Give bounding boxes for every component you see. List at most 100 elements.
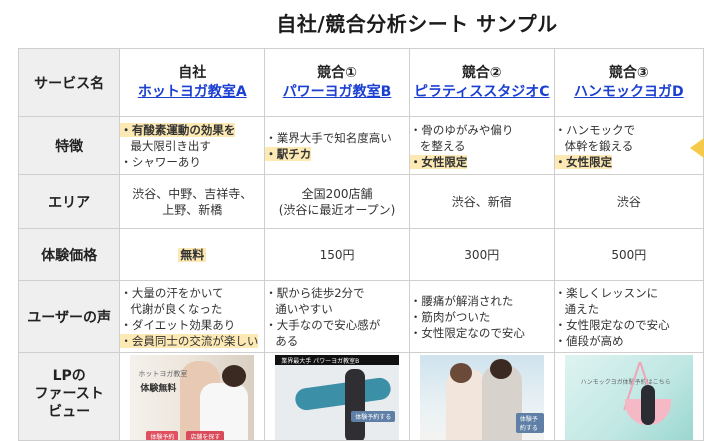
lp-headline: 体験無料 [140, 384, 177, 394]
column-header-c: 競合② ピラティススタジオC [408, 48, 555, 117]
area-text: 全国200店舗 [301, 186, 373, 201]
column-kind: 競合② [461, 64, 502, 81]
voice-text: ・値段が高め [554, 333, 624, 348]
voice-text: ・女性限定なので安心 [409, 325, 525, 340]
voice-text: ・楽しくレッスンに [554, 285, 659, 300]
voice-cell-d: ・楽しくレッスンに 通えた ・女性限定なので安心 ・値段が高め [553, 280, 704, 353]
area-cell-b: 全国200店舗 (渋谷に最近オープン) [264, 174, 410, 229]
row-label-area: エリア [17, 174, 121, 229]
area-text: 渋谷、新宿 [451, 194, 512, 209]
area-cell-a: 渋谷、中野、吉祥寺、 上野、新橋 [119, 174, 266, 229]
service-link-b[interactable]: パワーヨガ教室B [266, 83, 409, 102]
row-label-service: サービス名 [17, 48, 121, 117]
person-photo [640, 385, 655, 425]
voice-text: ある [275, 333, 299, 348]
column-header-d: 競合③ ハンモックヨガD [553, 48, 704, 117]
voice-text: ・ダイエット効果あり [120, 317, 236, 332]
lp-cta-button[interactable]: 体験予約する [351, 411, 396, 422]
feature-text: ・有酸素運動の効果を [120, 122, 236, 137]
voice-text: 代謝が良くなった [130, 301, 223, 316]
person-photo [345, 369, 366, 440]
lp-caption: ホットヨガ教室 [138, 370, 188, 378]
voice-text: ・大手なので安心感が [265, 317, 381, 332]
feature-cell-b: ・業界大手で知名度高い ・駅チカ [264, 116, 410, 175]
price-text: 無料 [178, 247, 207, 262]
lp-caption: ハンモックヨガ体験予約はこちら [580, 379, 671, 386]
area-cell-c: 渋谷、新宿 [408, 174, 555, 229]
service-link-a[interactable]: ホットヨガ教室A [121, 83, 264, 102]
price-cell-d: 500円 [553, 228, 704, 281]
page-title: 自社/競合分析シート サンプル [276, 12, 558, 36]
analysis-table: サービス名 自社 ホットヨガ教室A 競合① パワーヨガ教室B 競合② ピラティス… [17, 48, 704, 441]
feature-text: ・業界大手で知名度高い [265, 130, 392, 145]
column-kind: 競合③ [608, 64, 649, 81]
person-photo [489, 359, 512, 379]
lp-thumbnail-d[interactable]: ハンモックヨガ体験予約はこちら [564, 355, 693, 440]
voice-cell-a: ・大量の汗をかいて 代謝が良くなった ・ダイエット効果あり ・会員同士の交流が楽… [119, 280, 266, 353]
table-row-area: エリア 渋谷、中野、吉祥寺、 上野、新橋 全国200店舗 (渋谷に最近オープン)… [17, 174, 704, 229]
table-row-lp: LPの ファースト ビュー ホットヨガ教室 体験無料 体験予約 店舗を探す 業界… [17, 352, 704, 441]
person-photo [449, 363, 472, 383]
feature-text: 体幹を鍛える [564, 138, 634, 153]
lp-cta-button[interactable]: 体験予約 [146, 431, 179, 440]
column-header-a: 自社 ホットヨガ教室A [119, 48, 266, 117]
table-row-service: サービス名 自社 ホットヨガ教室A 競合① パワーヨガ教室B 競合② ピラティス… [17, 48, 704, 117]
lp-thumbnail-b[interactable]: 業界最大手 パワーヨガ教室B 体験予約する [275, 355, 399, 440]
voice-text: ・筋肉がついた [409, 309, 491, 324]
voice-text: ・会員同士の交流が楽しい [120, 333, 259, 348]
price-text: 150円 [319, 247, 355, 262]
row-label-price: 体験価格 [17, 228, 121, 281]
feature-cell-a: ・有酸素運動の効果を 最大限引き出す ・シャワーあり [119, 116, 266, 175]
feature-text: を整える [419, 138, 466, 153]
lp-cta-button[interactable]: 体験予約する [515, 413, 544, 433]
table-row-feature: 特徴 ・有酸素運動の効果を 最大限引き出す ・シャワーあり ・業界大手で知名度高… [17, 116, 704, 175]
area-text: 上野、新橋 [162, 202, 223, 217]
person-photo [222, 365, 247, 387]
lp-cell-b: 業界最大手 パワーヨガ教室B 体験予約する [264, 352, 410, 441]
yoga-mat-photo [294, 376, 393, 412]
voice-text: 通いやすい [275, 301, 333, 316]
area-text: 渋谷 [616, 194, 641, 209]
column-kind: 競合① [317, 64, 357, 81]
row-label-feature: 特徴 [17, 116, 121, 175]
voice-text: ・駅から徒歩2分で [265, 285, 365, 300]
lp-cell-a: ホットヨガ教室 体験無料 体験予約 店舗を探す [119, 352, 266, 441]
service-link-c[interactable]: ピラティススタジオC [410, 83, 553, 102]
voice-text: ・女性限定なので安心 [554, 317, 670, 332]
feature-text: ・骨のゆがみや偏り [409, 122, 514, 137]
row-label-lp: LPの ファースト ビュー [17, 352, 121, 441]
row-label-voice: ユーザーの声 [17, 280, 121, 353]
voice-text: 通えた [564, 301, 600, 316]
area-text: (渋谷に最近オープン) [278, 202, 396, 217]
lp-thumbnail-c[interactable]: 体験予約する [419, 355, 544, 440]
feature-text: ・女性限定 [409, 154, 468, 169]
voice-text: ・腰痛が解消された [409, 293, 514, 308]
voice-text: ・大量の汗をかいて [120, 285, 224, 300]
feature-text: ・ハンモックで [554, 122, 636, 137]
feature-cell-d: ・ハンモックで 体幹を鍛える ・女性限定 [553, 116, 704, 175]
price-cell-c: 300円 [408, 228, 555, 281]
price-text: 500円 [611, 247, 647, 262]
column-header-b: 競合① パワーヨガ教室B [264, 48, 410, 117]
feature-text: ・女性限定 [554, 154, 613, 169]
area-cell-d: 渋谷 [553, 174, 704, 229]
feature-text: ・シャワーあり [120, 154, 201, 169]
price-text: 300円 [464, 247, 500, 262]
lp-cell-c: 体験予約する [408, 352, 555, 441]
lp-cell-d: ハンモックヨガ体験予約はこちら [553, 352, 704, 441]
lp-cta-button[interactable]: 店舗を探す [186, 431, 225, 440]
table-row-voice: ユーザーの声 ・大量の汗をかいて 代謝が良くなった ・ダイエット効果あり ・会員… [17, 280, 704, 353]
feature-text: ・駅チカ [265, 146, 312, 161]
price-cell-b: 150円 [264, 228, 410, 281]
service-link-d[interactable]: ハンモックヨガD [555, 83, 702, 102]
lp-caption: 業界最大手 パワーヨガ教室B [281, 358, 360, 365]
feature-text: 最大限引き出す [130, 138, 211, 153]
area-text: 渋谷、中野、吉祥寺、 [132, 186, 253, 201]
table-row-price: 体験価格 無料 150円 300円 500円 [17, 228, 704, 281]
column-kind: 自社 [178, 64, 207, 81]
lp-thumbnail-a[interactable]: ホットヨガ教室 体験無料 体験予約 店舗を探す [130, 355, 255, 440]
voice-cell-c: ・腰痛が解消された ・筋肉がついた ・女性限定なので安心 [408, 280, 555, 353]
feature-cell-c: ・骨のゆがみや偏り を整える ・女性限定 [408, 116, 555, 175]
decorative-arrow-icon [690, 138, 704, 158]
voice-cell-b: ・駅から徒歩2分で 通いやすい ・大手なので安心感が ある [264, 280, 410, 353]
